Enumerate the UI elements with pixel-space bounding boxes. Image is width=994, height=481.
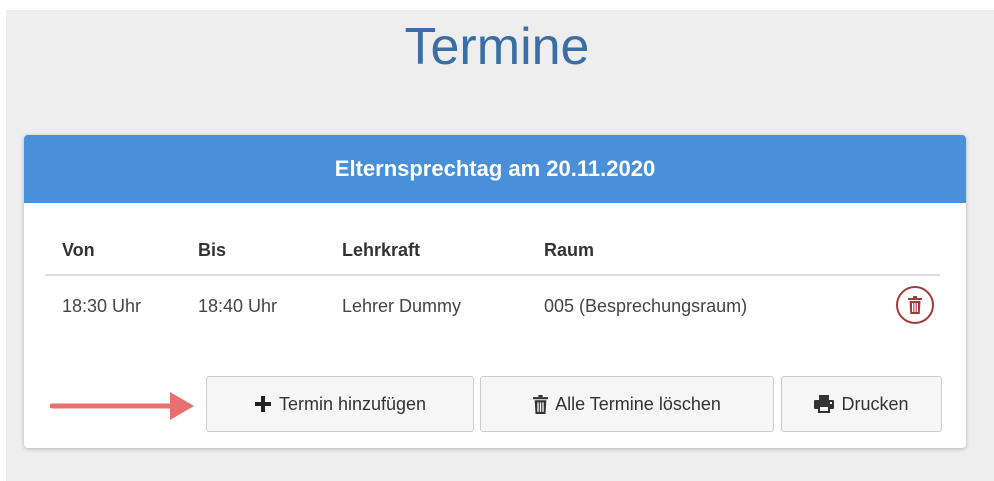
table-row: 18:30 Uhr 18:40 Uhr Lehrer Dummy 005 (Be… (45, 277, 940, 337)
delete-appointment-button[interactable] (896, 286, 934, 324)
add-appointment-label: Termin hinzufügen (278, 393, 427, 414)
page-title: Termine (404, 18, 590, 76)
trash-icon (533, 394, 548, 414)
cell-bis: 18:40 Uhr (198, 296, 278, 316)
trash-icon (908, 296, 922, 314)
delete-all-label: Alle Termine löschen (555, 393, 721, 414)
plus-icon (254, 395, 272, 413)
panel-header: Elternsprechtag am 20.11.2020 (24, 135, 966, 203)
print-label: Drucken (841, 393, 909, 414)
column-header-von: Von (62, 240, 95, 260)
table-header-row: Von Bis Lehrkraft Raum (45, 230, 940, 276)
delete-all-appointments-button[interactable]: Alle Termine löschen (480, 376, 774, 432)
column-header-lehrkraft: Lehrkraft (342, 240, 421, 260)
printer-icon (814, 395, 835, 413)
cell-raum: 005 (Besprechungsraum) (544, 296, 748, 316)
cell-lehrkraft: Lehrer Dummy (342, 296, 462, 316)
add-appointment-button[interactable]: Termin hinzufügen (206, 376, 474, 432)
cell-von: 18:30 Uhr (62, 296, 142, 316)
column-header-raum: Raum (544, 240, 595, 260)
print-button[interactable]: Drucken (781, 376, 942, 432)
arrow-right-icon (50, 392, 194, 420)
column-header-bis: Bis (198, 240, 227, 260)
